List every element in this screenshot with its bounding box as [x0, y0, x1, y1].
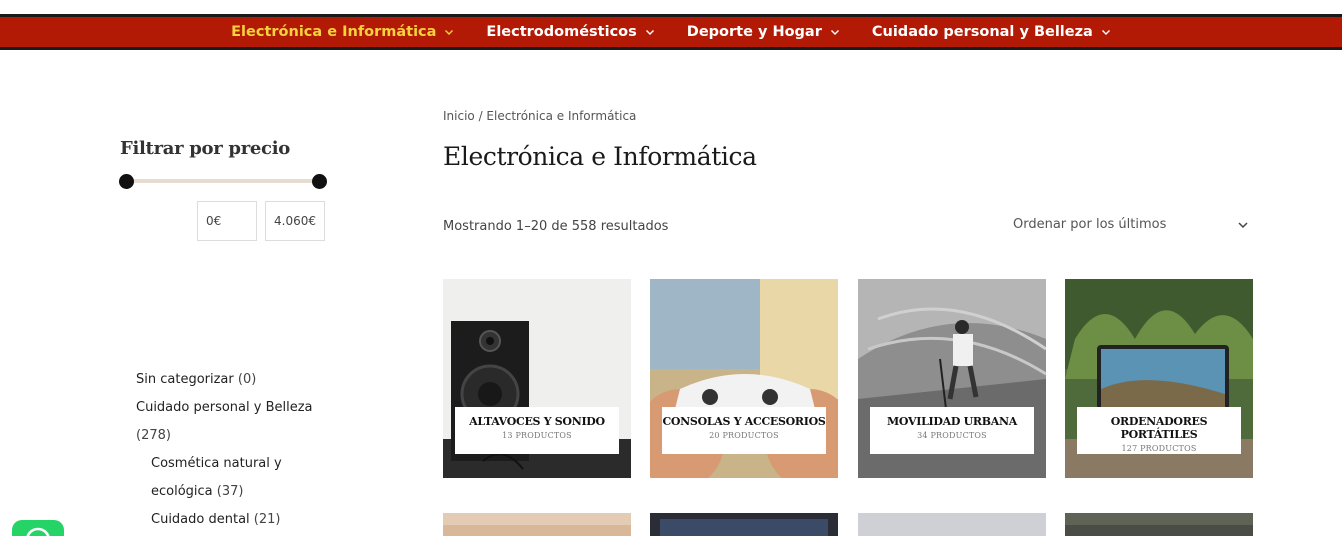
category-count: (21): [253, 512, 281, 527]
nav-item-cuidado-personal[interactable]: Cuidado personal y Belleza: [872, 24, 1111, 40]
category-count: (0): [237, 372, 257, 387]
nav-item-label: Electrónica e Informática: [231, 24, 437, 40]
category-image: [1065, 513, 1253, 536]
subcategory-item[interactable]: Cuidado dental (21): [136, 506, 336, 534]
min-price-input[interactable]: [197, 201, 257, 241]
subcategory-item[interactable]: Cosmética natural y ecológica (37): [136, 450, 336, 506]
category-image: [858, 513, 1046, 536]
category-name: MOVILIDAD URBANA: [887, 415, 1017, 428]
category-label[interactable]: Cuidado dental: [151, 512, 250, 527]
category-name: ALTAVOCES Y SONIDO: [469, 415, 605, 428]
category-card[interactable]: ORDENADORES PORTÁTILES 127 PRODUCTOS: [1065, 279, 1253, 478]
category-label[interactable]: Cuidado personal y Belleza: [136, 400, 313, 415]
category-card[interactable]: MOVILIDAD URBANA 34 PRODUCTOS: [858, 279, 1046, 478]
price-slider-max-handle[interactable]: [312, 174, 327, 189]
nav-item-label: Cuidado personal y Belleza: [871, 24, 1093, 40]
breadcrumb[interactable]: Inicio / Electrónica e Informática: [443, 109, 636, 123]
chevron-down-icon: [830, 27, 840, 37]
page-title: Electrónica e Informática: [443, 142, 757, 171]
category-product-count: 127 PRODUCTOS: [1121, 444, 1197, 453]
price-slider-min-handle[interactable]: [119, 174, 134, 189]
result-count: Mostrando 1–20 de 558 resultados: [443, 219, 669, 234]
category-card-label: ORDENADORES PORTÁTILES 127 PRODUCTOS: [1077, 407, 1241, 454]
category-product-count: 34 PRODUCTOS: [917, 431, 987, 440]
category-name: ORDENADORES PORTÁTILES: [1110, 415, 1208, 441]
whatsapp-icon: [26, 527, 50, 536]
nav-item-electronica[interactable]: Electrónica e Informática: [231, 24, 454, 40]
orderby-select[interactable]: Ordenar por los últimos: [1013, 217, 1253, 232]
chevron-down-icon: [1237, 219, 1249, 235]
category-card[interactable]: [1065, 513, 1253, 536]
category-card[interactable]: CONSOLAS Y ACCESORIOS 20 PRODUCTOS: [650, 279, 838, 478]
category-card[interactable]: [650, 513, 838, 536]
orderby-value: Ordenar por los últimos: [1013, 217, 1167, 232]
category-count: (278): [136, 428, 171, 443]
chevron-down-icon: [645, 27, 655, 37]
category-label[interactable]: Sin categorizar: [136, 372, 234, 387]
category-count: (37): [216, 484, 244, 499]
category-card[interactable]: [858, 513, 1046, 536]
category-item[interactable]: Sin categorizar (0): [136, 366, 336, 394]
category-card[interactable]: ALTAVOCES Y SONIDO 13 PRODUCTOS: [443, 279, 631, 478]
category-image: [443, 513, 631, 536]
whatsapp-button[interactable]: [12, 520, 64, 536]
price-slider-track[interactable]: [126, 179, 319, 183]
max-price-input[interactable]: [265, 201, 325, 241]
category-list: Sin categorizar (0) Cuidado personal y B…: [136, 366, 336, 534]
nav-item-electrodomesticos[interactable]: Electrodomésticos: [486, 24, 654, 40]
nav-item-label: Electrodomésticos: [486, 24, 637, 40]
category-image: [650, 513, 838, 536]
category-item[interactable]: Cuidado personal y Belleza (278): [136, 394, 336, 450]
main-menu: Electrónica e Informática Electrodomésti…: [0, 17, 1342, 47]
category-card-label: MOVILIDAD URBANA 34 PRODUCTOS: [870, 407, 1034, 454]
main-navigation-bar: Electrónica e Informática Electrodomésti…: [0, 14, 1342, 50]
category-card[interactable]: [443, 513, 631, 536]
category-card-label: CONSOLAS Y ACCESORIOS 20 PRODUCTOS: [662, 407, 826, 454]
category-name: CONSOLAS Y ACCESORIOS: [662, 415, 826, 428]
category-product-count: 20 PRODUCTOS: [709, 431, 779, 440]
category-card-label: ALTAVOCES Y SONIDO 13 PRODUCTOS: [455, 407, 619, 454]
nav-item-deporte-hogar[interactable]: Deporte y Hogar: [687, 24, 840, 40]
nav-item-label: Deporte y Hogar: [686, 24, 822, 40]
price-filter-title: Filtrar por precio: [120, 138, 290, 159]
chevron-down-icon: [1101, 27, 1111, 37]
category-product-count: 13 PRODUCTOS: [502, 431, 572, 440]
chevron-down-icon: [444, 27, 454, 37]
